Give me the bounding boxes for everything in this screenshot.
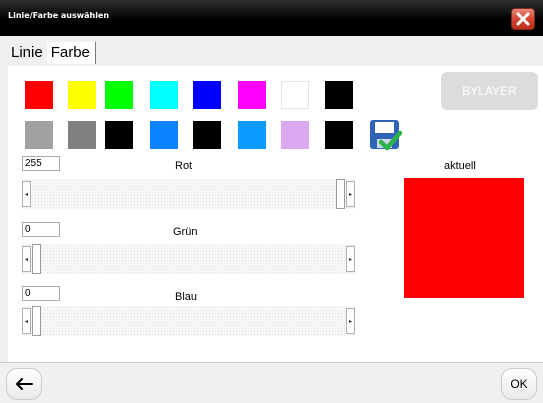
tab-farbe[interactable]: Farbe [46, 42, 96, 64]
slider-right-arrow[interactable]: ▸ [346, 308, 355, 334]
blue-slider[interactable]: ◂ ▸ [22, 306, 355, 336]
tab-strip: Linie Farbe [0, 40, 96, 66]
red-value-input[interactable]: 255 [22, 156, 60, 171]
ok-button[interactable]: OK [501, 368, 537, 400]
tab-linie[interactable]: Linie [7, 42, 47, 64]
slider-thumb[interactable] [32, 306, 41, 336]
palette-swatch[interactable] [68, 81, 96, 109]
title-bar: Linie/Farbe auswählen [0, 0, 543, 36]
arrow-left-icon [16, 378, 33, 390]
color-panel: BYLAYER 255 Rot ◂ ▸ 0 Grün ◂ ▸ 0 Blau ◂ … [8, 66, 543, 362]
slider-right-arrow[interactable]: ▸ [346, 246, 355, 272]
palette-swatch[interactable] [150, 81, 178, 109]
palette-swatch[interactable] [193, 81, 221, 109]
palette-swatch[interactable] [281, 81, 309, 109]
footer-bar: OK [0, 362, 543, 403]
green-label: Grün [173, 226, 198, 238]
palette-swatch[interactable] [281, 121, 309, 149]
blue-label: Blau [175, 291, 198, 303]
red-slider[interactable]: ◂ ▸ [22, 179, 355, 209]
palette-swatch[interactable] [325, 121, 353, 149]
dialog-title: Linie/Farbe auswählen [8, 11, 110, 20]
green-value-input[interactable]: 0 [22, 222, 60, 237]
palette-swatch[interactable] [105, 81, 133, 109]
save-check-icon [370, 120, 403, 151]
slider-right-arrow[interactable]: ▸ [346, 181, 355, 207]
palette-swatch[interactable] [25, 121, 53, 149]
back-button[interactable] [6, 368, 42, 400]
current-color-label: aktuell [444, 160, 476, 172]
close-icon [516, 12, 530, 26]
green-slider[interactable]: ◂ ▸ [22, 244, 355, 274]
close-button[interactable] [511, 8, 535, 30]
palette-swatch[interactable] [238, 81, 266, 109]
slider-left-arrow[interactable]: ◂ [22, 308, 31, 334]
palette-swatch[interactable] [238, 121, 266, 149]
save-color-button[interactable] [367, 117, 403, 153]
blue-value-input[interactable]: 0 [22, 286, 60, 301]
palette-swatch[interactable] [105, 121, 133, 149]
palette-swatch[interactable] [325, 81, 353, 109]
current-color-preview [404, 178, 524, 298]
palette-swatch[interactable] [25, 81, 53, 109]
slider-thumb[interactable] [336, 179, 345, 209]
palette-swatch[interactable] [193, 121, 221, 149]
palette-swatch[interactable] [150, 121, 178, 149]
red-label: Rot [175, 160, 193, 172]
palette-swatch[interactable] [68, 121, 96, 149]
slider-thumb[interactable] [32, 244, 41, 274]
slider-left-arrow[interactable]: ◂ [22, 181, 31, 207]
bylayer-button[interactable]: BYLAYER [441, 72, 538, 110]
slider-left-arrow[interactable]: ◂ [22, 246, 31, 272]
